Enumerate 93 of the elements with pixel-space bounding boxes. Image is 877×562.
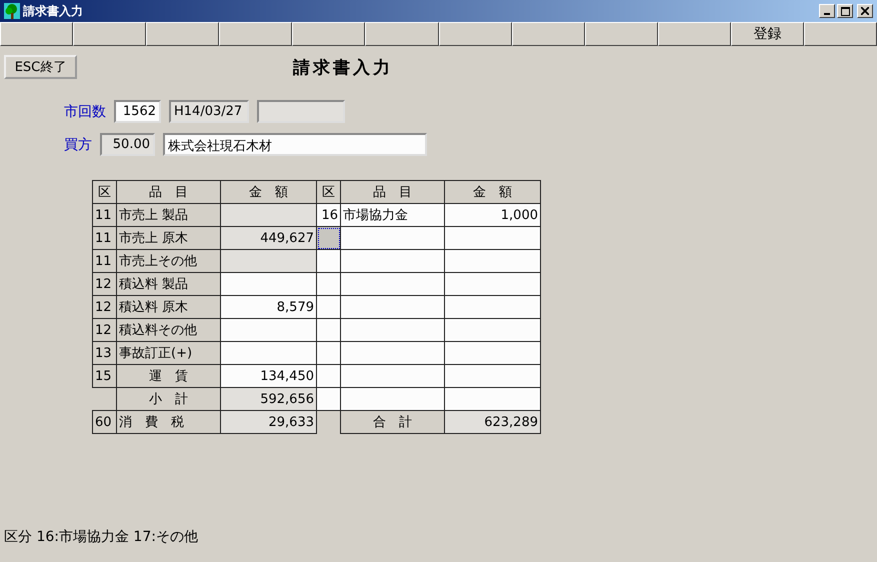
table-cell[interactable] <box>340 296 444 318</box>
close-icon <box>861 7 869 15</box>
function-key[interactable] <box>292 22 366 46</box>
input-field[interactable]: 50.00 <box>100 133 155 156</box>
table-cell[interactable] <box>340 388 444 410</box>
table-cell[interactable]: 16 <box>316 204 340 226</box>
table-cell[interactable] <box>316 272 340 296</box>
amount-cell[interactable] <box>220 272 316 296</box>
function-key[interactable] <box>219 22 292 46</box>
amount-cell[interactable] <box>220 204 316 226</box>
amount-cell[interactable] <box>444 318 540 342</box>
field-label: 市回数 <box>63 102 106 120</box>
maximize-button[interactable] <box>837 4 853 18</box>
amount-cell[interactable] <box>444 364 540 388</box>
function-key[interactable] <box>512 22 585 46</box>
function-key[interactable]: 登録 <box>730 22 804 46</box>
table-cell: 市売上その他 <box>116 250 220 272</box>
field-label: 買方 <box>63 136 92 154</box>
status-text: 区分 16:市場協力金 17:その他 <box>3 528 199 547</box>
table-cell: 市売上 製品 <box>116 204 220 226</box>
table-cell[interactable] <box>340 250 444 272</box>
table-cell: 60 <box>92 410 116 434</box>
table-cell[interactable] <box>316 250 340 272</box>
input-field[interactable]: 1562 <box>114 100 161 123</box>
table-cell: 12 <box>92 296 116 318</box>
column-header: 品 目 <box>116 180 220 204</box>
function-key[interactable] <box>658 22 731 46</box>
table-cell: 12 <box>92 272 116 296</box>
amount-cell[interactable] <box>444 250 540 272</box>
function-key[interactable] <box>584 22 658 46</box>
amount-cell[interactable]: 1,000 <box>444 204 540 226</box>
window-title: 請求書入力 <box>23 2 83 20</box>
table-cell: 積込料その他 <box>116 318 220 342</box>
table-cell[interactable] <box>316 364 340 388</box>
amount-cell[interactable]: 449,627 <box>220 226 316 250</box>
table-cell: 消 費 税 <box>116 410 220 434</box>
table-cell[interactable] <box>340 364 444 388</box>
table-cell: 運 賃 <box>116 364 220 388</box>
amount-cell[interactable] <box>444 342 540 364</box>
table-cell[interactable]: 市場協力金 <box>340 204 444 226</box>
table-cell: 11 <box>92 226 116 250</box>
tree-icon <box>4 3 20 19</box>
table-cell: 積込料 原木 <box>116 296 220 318</box>
input-field[interactable]: 株式会社現石木材 <box>163 133 427 156</box>
table-cell[interactable] <box>316 318 340 342</box>
table-cell[interactable] <box>340 342 444 364</box>
function-key[interactable] <box>146 22 220 46</box>
amount-cell[interactable] <box>220 250 316 272</box>
exit-button[interactable]: ESC終了 <box>4 55 77 79</box>
function-key[interactable] <box>73 22 146 46</box>
minimize-button[interactable] <box>819 4 835 18</box>
amount-cell[interactable] <box>444 226 540 250</box>
table-cell[interactable] <box>340 318 444 342</box>
column-header: 品 目 <box>340 180 444 204</box>
table-cell[interactable] <box>340 272 444 296</box>
amount-cell: 592,656 <box>220 388 316 410</box>
table-cell[interactable] <box>316 296 340 318</box>
input-field[interactable]: H14/03/27 <box>169 100 249 123</box>
table-cell: 13 <box>92 342 116 364</box>
table-cell: 小 計 <box>116 388 220 410</box>
function-key[interactable] <box>804 22 877 46</box>
amount-cell[interactable]: 8,579 <box>220 296 316 318</box>
amount-cell[interactable] <box>444 388 540 410</box>
table-cell: 11 <box>92 250 116 272</box>
table-cell[interactable] <box>340 226 444 250</box>
table-cell[interactable] <box>316 342 340 364</box>
form-heading: 請求書入力 <box>293 56 393 78</box>
column-header: 区 <box>92 180 116 204</box>
close-button[interactable] <box>857 4 873 18</box>
table-cell: 市売上 原木 <box>116 226 220 250</box>
table-cell: 11 <box>92 204 116 226</box>
amount-cell[interactable]: 134,450 <box>220 364 316 388</box>
maximize-icon <box>840 6 850 16</box>
amount-cell[interactable] <box>220 318 316 342</box>
amount-cell[interactable] <box>444 296 540 318</box>
table-cell: 15 <box>92 364 116 388</box>
table-cell: 12 <box>92 318 116 342</box>
function-key[interactable] <box>365 22 438 46</box>
input-field[interactable] <box>257 100 345 123</box>
amount-cell[interactable] <box>220 342 316 364</box>
table-cell: 合 計 <box>340 410 444 434</box>
amount-cell: 29,633 <box>220 410 316 434</box>
amount-cell: 623,289 <box>444 410 540 434</box>
function-key[interactable] <box>438 22 512 46</box>
table-cell[interactable] <box>316 226 340 250</box>
table-cell: 事故訂正(+) <box>116 342 220 364</box>
column-header: 区 <box>316 180 340 204</box>
function-key[interactable] <box>0 22 74 46</box>
amount-cell[interactable] <box>444 272 540 296</box>
column-header: 金 額 <box>444 180 540 204</box>
table-cell[interactable] <box>316 388 340 410</box>
column-header: 金 額 <box>220 180 316 204</box>
table-cell: 積込料 製品 <box>116 272 220 296</box>
